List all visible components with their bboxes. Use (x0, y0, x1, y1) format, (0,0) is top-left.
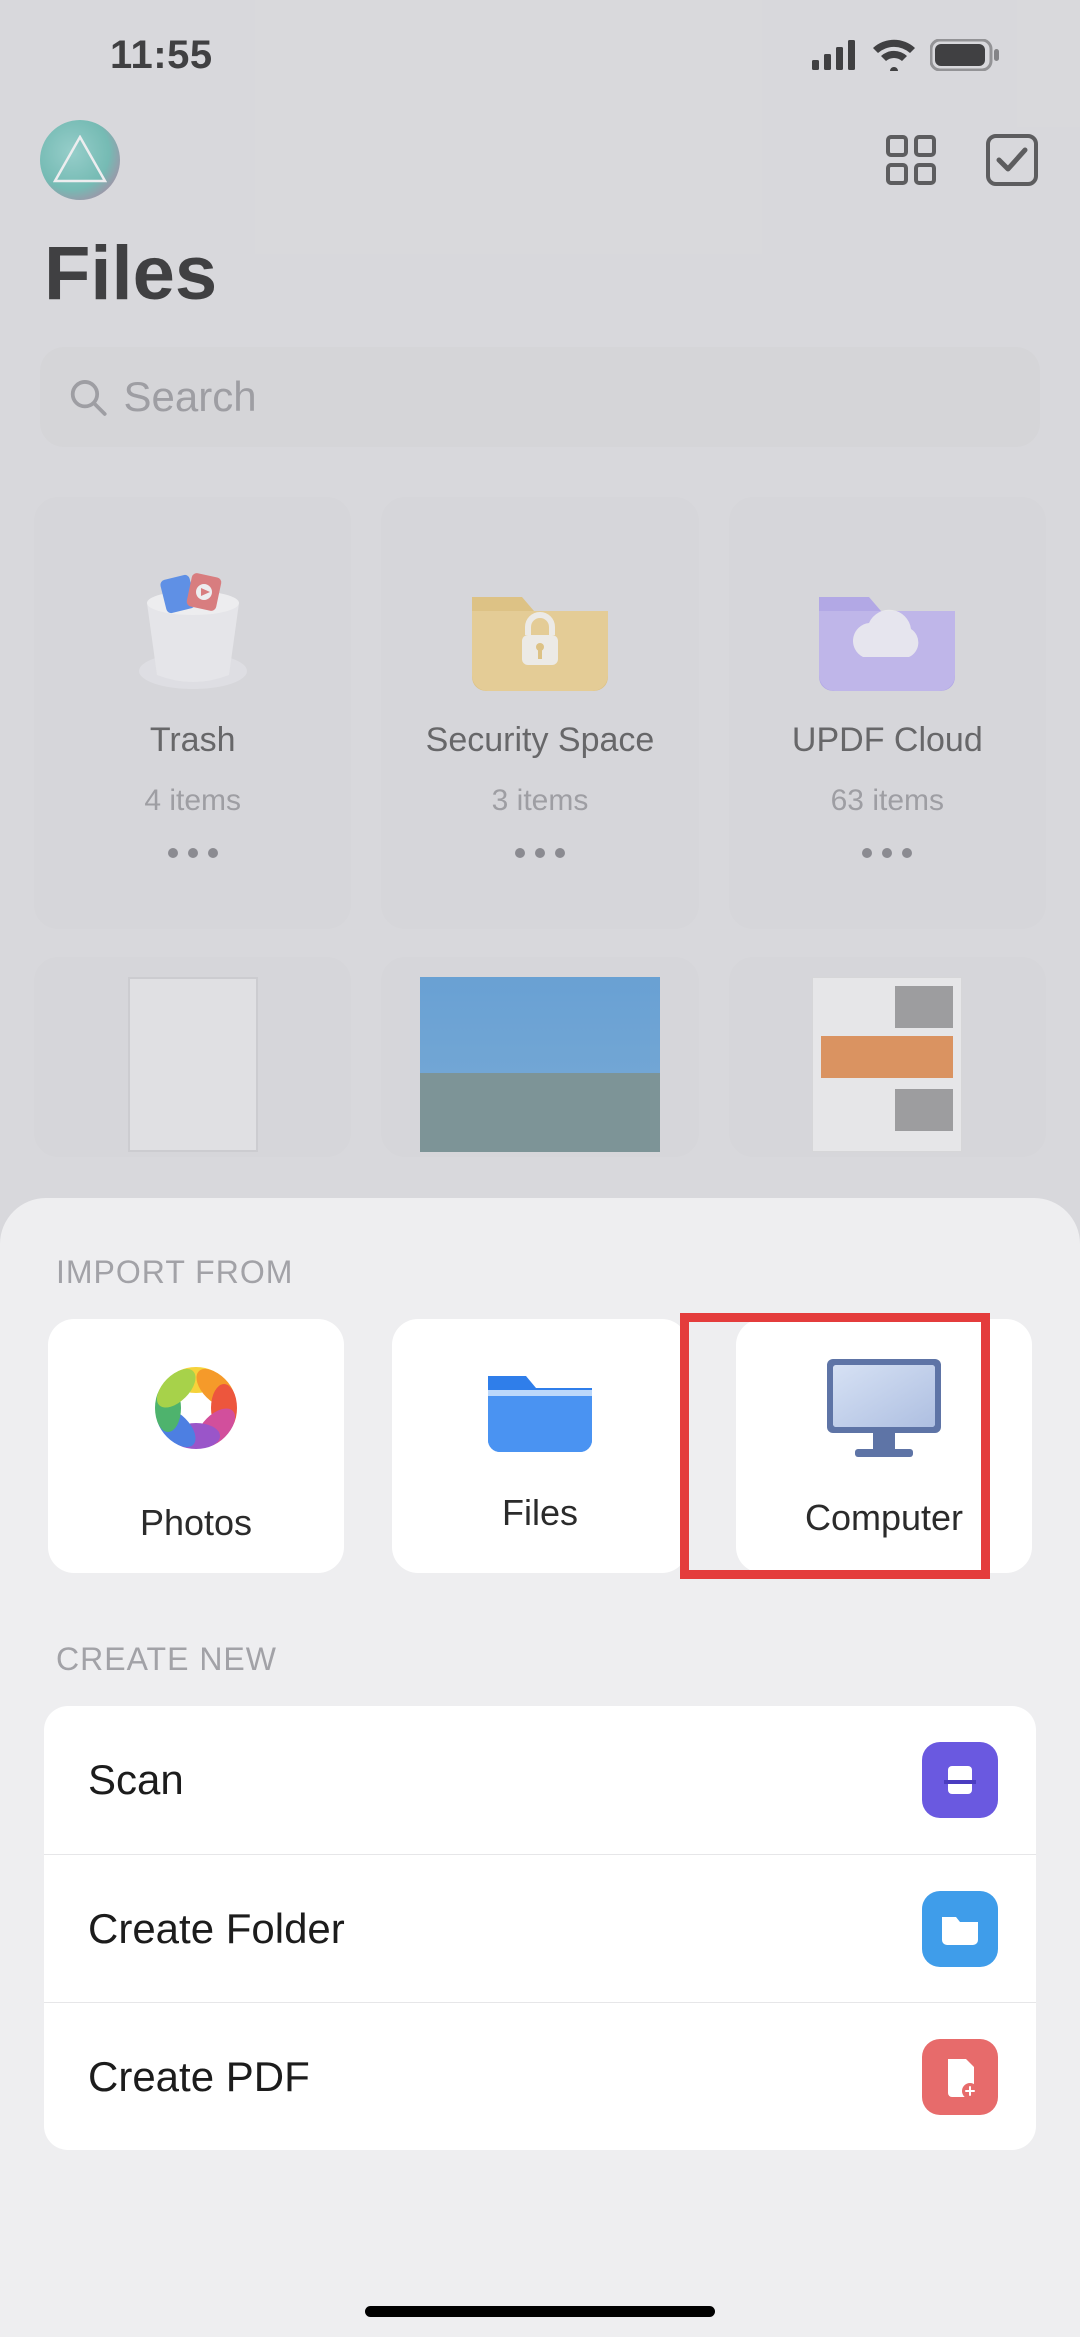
folder-add-icon (922, 1891, 998, 1967)
import-photos-button[interactable]: Photos (48, 1319, 344, 1573)
create-label: Create Folder (88, 1905, 345, 1953)
import-files-button[interactable]: Files (392, 1319, 688, 1573)
scan-icon (922, 1742, 998, 1818)
import-section-title: IMPORT FROM (0, 1254, 1080, 1319)
photos-icon (136, 1348, 256, 1468)
highlight-box (680, 1313, 990, 1579)
import-label: Photos (140, 1502, 252, 1544)
create-scan-button[interactable]: Scan (44, 1706, 1036, 1854)
create-section-title: CREATE NEW (0, 1573, 1080, 1706)
create-label: Create PDF (88, 2053, 310, 2101)
create-list: Scan Create Folder Create PDF (44, 1706, 1036, 2150)
create-label: Scan (88, 1756, 184, 1804)
home-indicator[interactable] (365, 2306, 715, 2317)
create-pdf-button[interactable]: Create PDF (44, 2002, 1036, 2150)
pdf-add-icon (922, 2039, 998, 2115)
create-folder-button[interactable]: Create Folder (44, 1854, 1036, 2002)
import-label: Files (502, 1492, 578, 1534)
action-sheet: IMPORT FROM Photos (0, 1198, 1080, 2337)
folder-icon (480, 1358, 600, 1458)
